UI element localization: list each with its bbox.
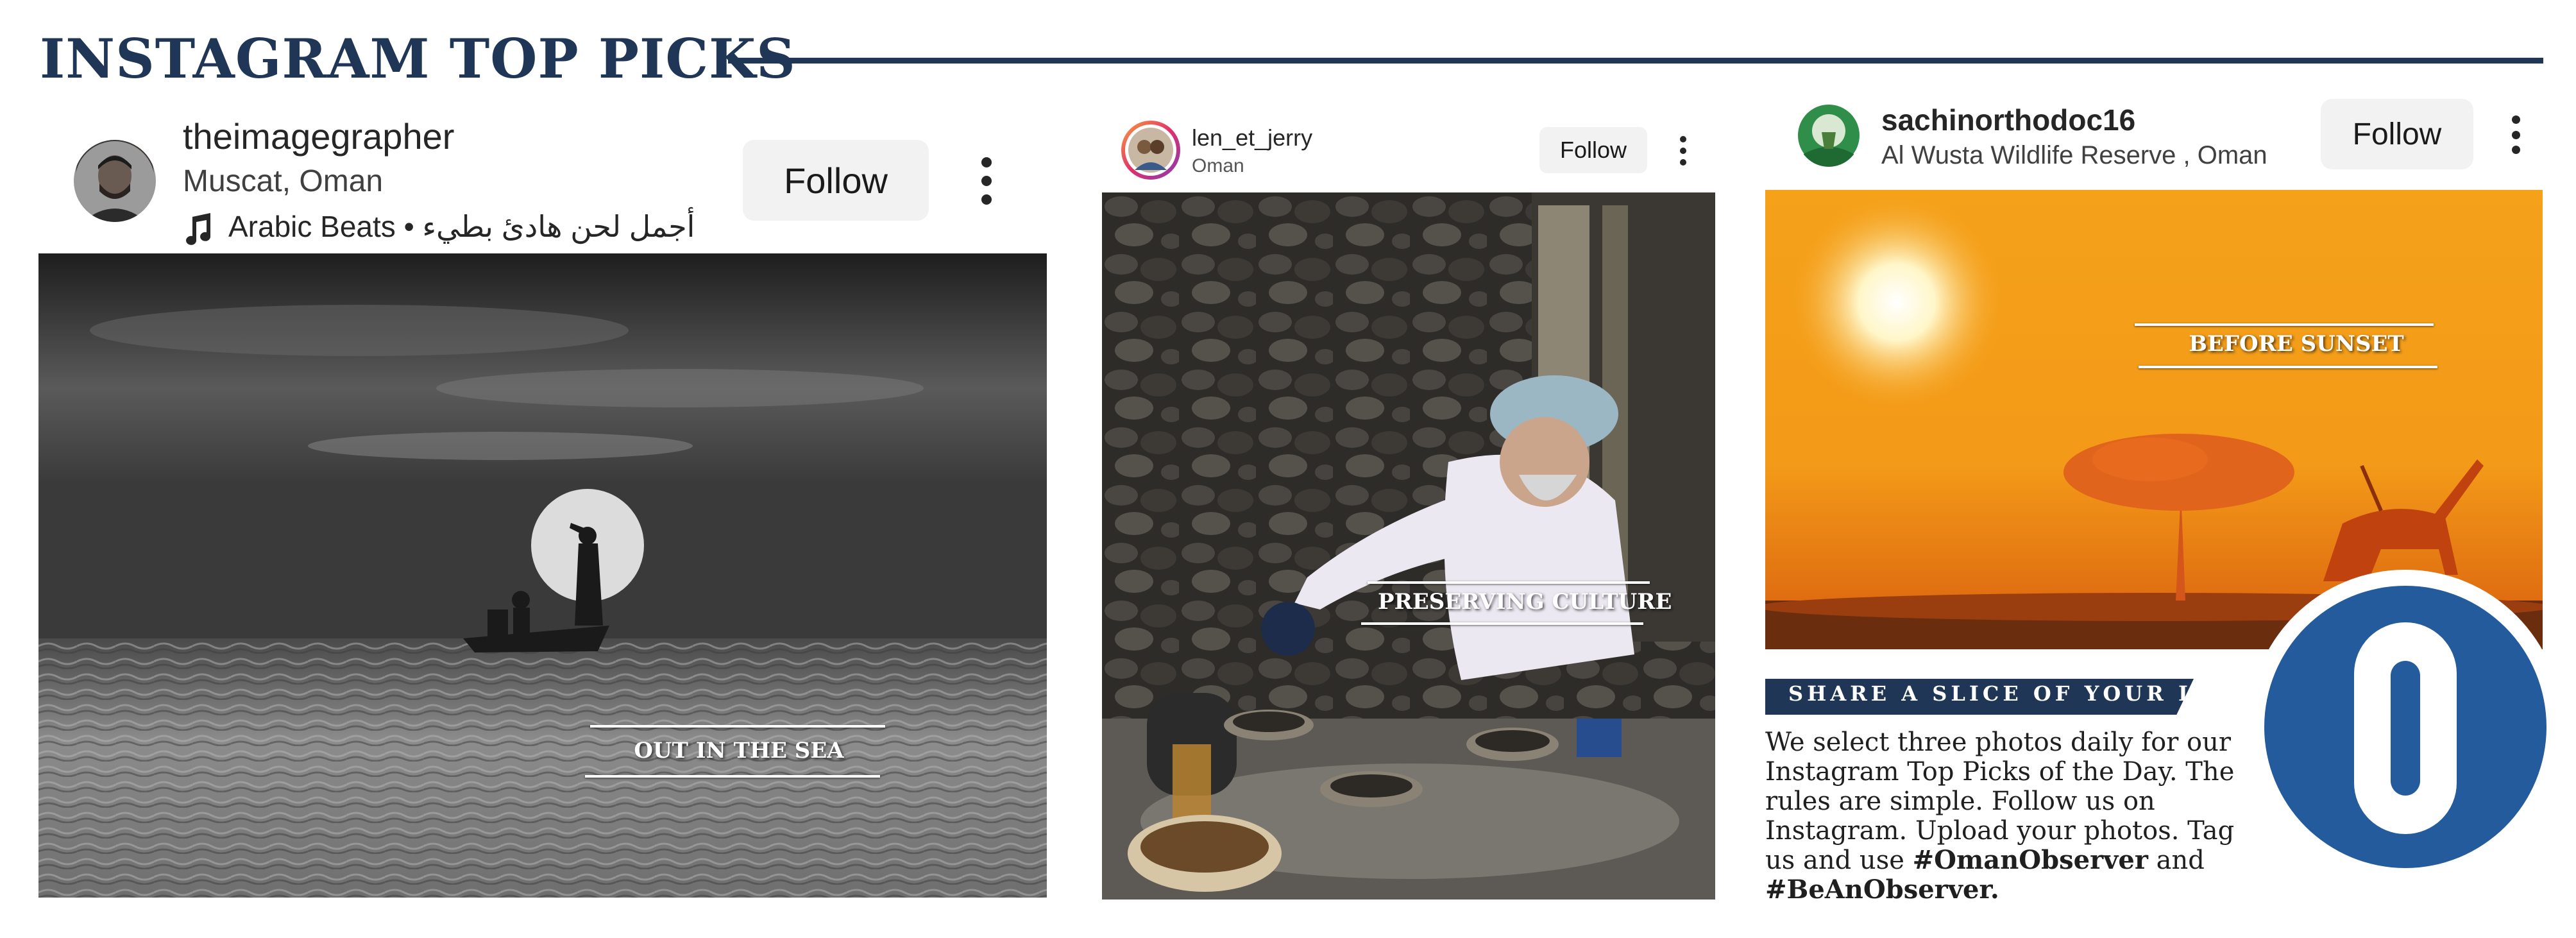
promo-and: and bbox=[2156, 846, 2205, 875]
share-banner-text: SHARE A SLICE OF YOUR LIFE bbox=[1788, 681, 2248, 706]
post-username[interactable]: theimagegrapher bbox=[183, 115, 454, 157]
caption-rule bbox=[1361, 622, 1643, 625]
post-photo[interactable] bbox=[38, 253, 1047, 898]
more-options-icon[interactable] bbox=[1678, 136, 1688, 166]
avatar[interactable] bbox=[1797, 104, 1860, 167]
avatar[interactable] bbox=[1121, 121, 1180, 180]
avatar[interactable] bbox=[74, 140, 156, 222]
more-options-icon[interactable] bbox=[2509, 115, 2522, 154]
follow-button[interactable]: Follow bbox=[743, 140, 929, 221]
hashtag-oman-observer[interactable]: #OmanObserver bbox=[1913, 845, 2148, 875]
music-note-icon bbox=[185, 213, 213, 245]
post-photo[interactable] bbox=[1102, 192, 1715, 900]
post-location[interactable]: Oman bbox=[1192, 155, 1244, 177]
post-location[interactable]: Al Wusta Wildlife Reserve , Oman bbox=[1881, 141, 2267, 170]
post-location[interactable]: Muscat, Oman bbox=[183, 164, 383, 199]
title-rule bbox=[728, 58, 2543, 64]
caption-rule bbox=[2139, 366, 2437, 368]
follow-button[interactable]: Follow bbox=[1539, 127, 1647, 173]
caption-rule bbox=[585, 775, 880, 778]
page-title: INSTAGRAM TOP PICKS bbox=[40, 27, 796, 90]
logo-o-counter bbox=[2391, 661, 2420, 796]
post-username[interactable]: len_et_jerry bbox=[1192, 124, 1312, 151]
photo-caption: PRESERVING CULTURE bbox=[1378, 589, 1672, 615]
caption-rule bbox=[2135, 323, 2434, 326]
photo-caption: BEFORE SUNSET bbox=[2189, 331, 2404, 357]
caption-rule bbox=[590, 725, 885, 728]
follow-button[interactable]: Follow bbox=[2321, 99, 2473, 169]
caption-rule bbox=[1368, 581, 1650, 584]
hashtag-be-an-observer[interactable]: #BeAnObserver. bbox=[1765, 874, 1999, 905]
more-options-icon[interactable] bbox=[979, 157, 994, 205]
promo-text: We select three photos daily for our Ins… bbox=[1765, 728, 2266, 905]
photo-caption: OUT IN THE SEA bbox=[634, 738, 844, 763]
post-audio[interactable]: Arabic Beats • أجمل لحن هادئ بطيء bbox=[228, 209, 695, 244]
post-username[interactable]: sachinorthodoc16 bbox=[1881, 103, 2135, 137]
